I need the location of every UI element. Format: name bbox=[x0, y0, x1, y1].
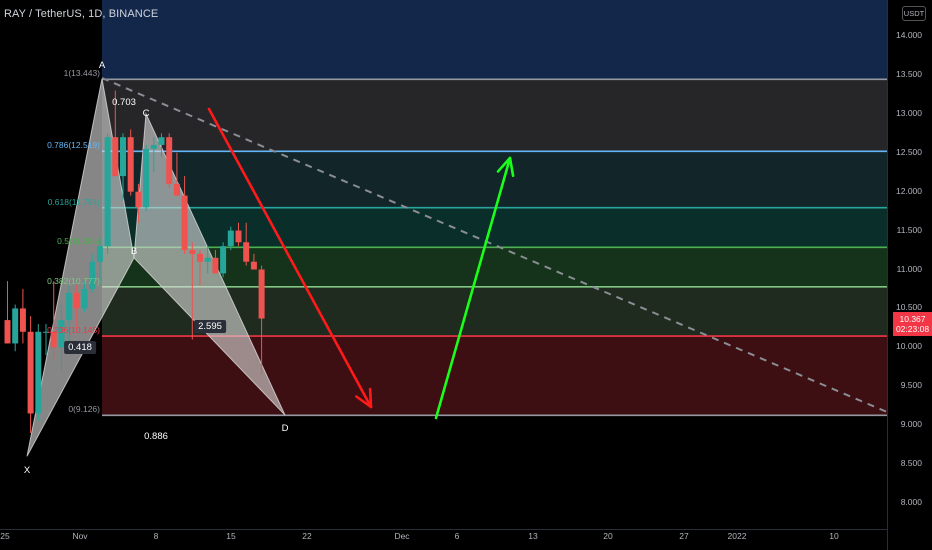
ratio-bc: 0.886 bbox=[144, 431, 168, 442]
candle-body bbox=[250, 261, 257, 270]
fib-level-label: 1(13.443) bbox=[63, 68, 100, 79]
ratio-cd: 2.595 bbox=[194, 320, 226, 333]
candle-body bbox=[181, 195, 188, 251]
time-axis-tick: 25 bbox=[0, 531, 10, 541]
fib-zone-5 bbox=[102, 336, 887, 416]
time-axis-tick: 6 bbox=[454, 531, 460, 541]
candle-body bbox=[143, 148, 150, 208]
candle-body bbox=[4, 320, 11, 344]
candle-body bbox=[19, 308, 26, 332]
candle-body bbox=[166, 137, 173, 184]
candle-body bbox=[227, 230, 234, 247]
price-axis-tick: 13.500 bbox=[896, 68, 922, 79]
point-x-label: X bbox=[23, 465, 31, 476]
candle-body bbox=[173, 183, 180, 196]
fib-zone-top bbox=[102, 0, 887, 80]
point-a-label: A bbox=[98, 60, 106, 71]
fib-zone-1 bbox=[102, 151, 887, 208]
price-axis-tick: 12.500 bbox=[896, 146, 922, 157]
candle-body bbox=[112, 137, 119, 177]
candle-body bbox=[127, 137, 134, 192]
candle-body bbox=[27, 331, 34, 414]
last-price-value: 10.367 bbox=[899, 313, 926, 324]
time-axis-tick: 13 bbox=[528, 531, 538, 541]
fib-level-label: 0.382(10.777) bbox=[47, 275, 100, 286]
candle-body bbox=[150, 144, 157, 149]
currency-badge[interactable]: USDT bbox=[902, 6, 926, 21]
price-chart[interactable] bbox=[0, 0, 932, 550]
fib-level-label: 0(9.126) bbox=[68, 404, 100, 415]
point-b-label: B bbox=[130, 246, 138, 257]
candle-body bbox=[12, 308, 19, 344]
candle-body bbox=[135, 191, 142, 208]
candle-body bbox=[243, 242, 250, 262]
price-axis-tick: 13.000 bbox=[896, 107, 922, 118]
candle-body bbox=[96, 246, 103, 262]
price-axis-tick: 14.000 bbox=[896, 30, 922, 40]
candle-body bbox=[235, 230, 242, 243]
time-axis-tick: 10 bbox=[829, 531, 839, 541]
fib-level-label: 0.618(11.794) bbox=[47, 196, 100, 207]
candle-body bbox=[35, 331, 42, 414]
time-axis-tick: 22 bbox=[302, 531, 312, 541]
price-axis-tick: 8.000 bbox=[900, 497, 922, 507]
time-axis-tick: 8 bbox=[153, 531, 159, 541]
point-d-label: D bbox=[281, 423, 289, 434]
time-axis-tick: 15 bbox=[226, 531, 236, 541]
time-axis-tick: 2022 bbox=[727, 531, 747, 541]
candle-body bbox=[189, 250, 196, 254]
candle-body bbox=[220, 246, 227, 274]
fib-level-label: 0.5(11.285) bbox=[57, 236, 100, 247]
price-axis-tick: 9.000 bbox=[900, 419, 922, 430]
time-axis-tick: 27 bbox=[679, 531, 689, 541]
price-axis-tick: 9.500 bbox=[900, 380, 922, 391]
candle-body bbox=[66, 292, 73, 321]
candle-body bbox=[120, 137, 126, 177]
candle-body bbox=[212, 257, 219, 274]
price-axis-tick: 11.500 bbox=[896, 224, 922, 235]
time-axis-tick: 20 bbox=[603, 531, 613, 541]
fib-level-label: 0.236(10.145) bbox=[47, 325, 100, 336]
candle-body bbox=[258, 269, 265, 319]
candle-body bbox=[104, 137, 111, 247]
ratio-ab: 0.703 bbox=[112, 97, 136, 108]
last-price-tag: 10.367 02:23:08 bbox=[893, 311, 932, 336]
price-axis-tick: 11.000 bbox=[896, 263, 922, 274]
candle-body bbox=[204, 257, 211, 262]
point-c-label: C bbox=[142, 108, 150, 119]
candle-body bbox=[73, 292, 80, 309]
price-axis-tick: 10.000 bbox=[896, 341, 922, 352]
candle-body bbox=[81, 288, 88, 309]
time-axis-tick: Nov bbox=[72, 531, 88, 541]
time-axis-tick: Dec bbox=[394, 531, 410, 541]
bar-countdown: 02:23:08 bbox=[895, 323, 930, 334]
candle-body bbox=[158, 137, 165, 145]
candle-body bbox=[197, 253, 203, 262]
price-axis-tick: 8.500 bbox=[900, 458, 922, 469]
fib-level-label: 0.786(12.519) bbox=[47, 140, 100, 151]
fib-zone-0 bbox=[102, 79, 887, 152]
symbol-title[interactable]: RAY / TetherUS, 1D, BINANCE bbox=[4, 8, 158, 20]
price-axis-tick: 12.000 bbox=[896, 185, 922, 196]
ratio-xb: 0.418 bbox=[64, 341, 96, 354]
